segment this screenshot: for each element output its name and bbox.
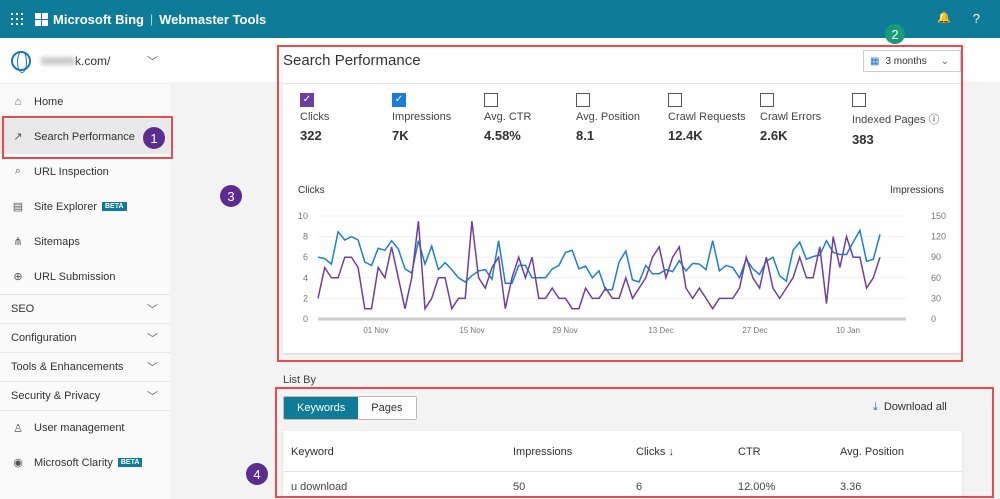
tab-keywords[interactable]: Keywords	[284, 397, 359, 419]
y2-tick-label: 150	[931, 211, 946, 221]
x-tick-label: 27 Dec	[742, 326, 767, 335]
y-tick-label: 0	[303, 314, 308, 324]
table-cell: 6	[636, 481, 643, 493]
y2-tick-label: 120	[931, 232, 946, 242]
series-line-clicks	[317, 221, 881, 311]
annotation-badge-3: 3	[220, 185, 242, 207]
table-cell: 3.36	[840, 481, 862, 493]
column-header[interactable]: CTR	[738, 446, 761, 458]
column-header[interactable]: Keyword	[291, 446, 334, 458]
column-header[interactable]: Clicks ↓	[636, 446, 674, 458]
annotation-badge-1: 1	[143, 127, 165, 149]
table-cell: 50	[513, 481, 526, 493]
list-tabs: Keywords Pages	[283, 396, 417, 420]
line-chart: 0 0 2 30 4 60 6 90 8 120 10 150 01 Nov 15 Nov 29 Nov 13…	[298, 211, 946, 335]
y-tick-label: 8	[303, 232, 308, 242]
list-by-label: List By	[283, 374, 317, 386]
annotation-badge-4: 4	[246, 463, 268, 485]
y2-tick-label: 60	[931, 273, 941, 283]
column-header[interactable]: Impressions	[513, 446, 572, 458]
x-tick-label: 13 Dec	[648, 326, 673, 335]
x-tick-label: 15 Nov	[459, 326, 484, 335]
x-tick-label: 10 Jan	[836, 326, 860, 335]
y2-tick-label: 30	[931, 293, 941, 303]
series-line-impressions	[317, 228, 881, 292]
y2-tick-label: 0	[931, 314, 936, 324]
table-cell: u download	[291, 481, 348, 493]
column-header[interactable]: Avg. Position	[840, 446, 904, 458]
y2-tick-label: 90	[931, 252, 941, 262]
y-tick-label: 2	[303, 293, 308, 303]
x-tick-label: 29 Nov	[552, 326, 577, 335]
x-tick-label: 01 Nov	[363, 326, 388, 335]
y-tick-label: 10	[298, 211, 308, 221]
download-label: Download all	[883, 401, 947, 413]
y-tick-label: 6	[303, 252, 308, 262]
tab-pages[interactable]: Pages	[358, 397, 416, 419]
download-all-button[interactable]: ⤓ Download all	[873, 401, 947, 414]
y-tick-label: 4	[303, 273, 308, 283]
table-cell: 12.00%	[738, 481, 776, 493]
annotation-badge-2: 2	[885, 24, 905, 44]
download-icon: ⤓	[873, 401, 878, 413]
